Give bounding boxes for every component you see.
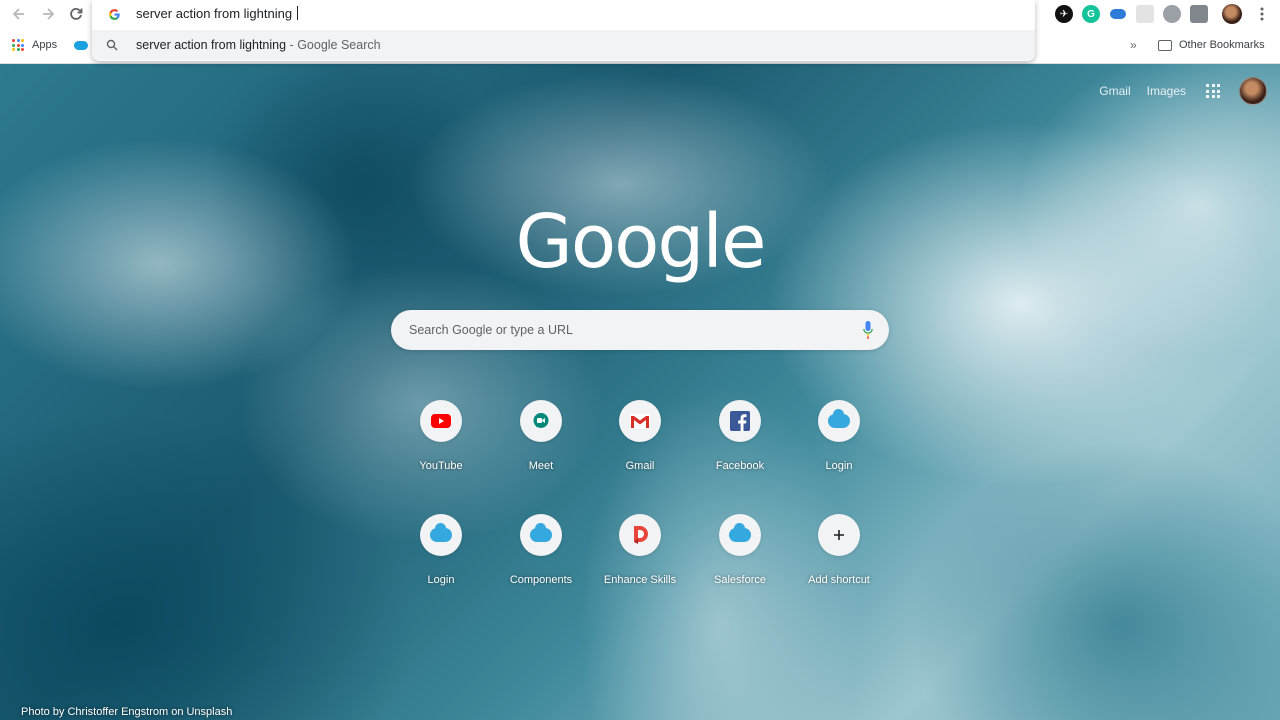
suggestion-source: Google Search	[297, 38, 381, 52]
more-vert-icon	[1260, 7, 1264, 21]
address-bar[interactable]: server action from lightning	[92, 0, 1035, 28]
shortcut-label: Gmail	[625, 460, 655, 472]
extension-circle-icon[interactable]	[1163, 5, 1181, 23]
youtube-icon	[431, 414, 451, 428]
bookmark-salesforce-cloud-icon[interactable]	[74, 41, 88, 50]
suggestion-query: server action from lightning	[136, 38, 287, 52]
forward-button[interactable]	[37, 4, 59, 24]
photo-credit[interactable]: Photo by Christoffer Engstrom on Unsplas…	[21, 706, 232, 718]
shortcut-enhance-skills[interactable]: Enhance Skills	[590, 508, 690, 618]
microphone-icon[interactable]	[863, 321, 873, 339]
salesforce-cloud-icon	[530, 523, 552, 542]
shortcut-label: Add shortcut	[808, 574, 870, 586]
facebook-icon	[730, 411, 750, 431]
plus-icon	[834, 530, 844, 540]
extension-page-icon[interactable]	[1136, 5, 1154, 23]
bookmarks-overflow-button[interactable]: »	[1130, 38, 1137, 52]
gmail-icon	[630, 413, 650, 429]
salesforce-cloud-icon	[430, 523, 452, 542]
salesforce-cloud-icon	[729, 523, 751, 542]
omnibox-dropdown: server action from lightning server acti…	[92, 0, 1035, 61]
back-button[interactable]	[8, 4, 30, 24]
search-icon	[106, 39, 118, 51]
shortcut-add[interactable]: Add shortcut	[789, 508, 889, 618]
bookmark-other-bookmarks[interactable]: Other Bookmarks	[1158, 39, 1265, 51]
shortcut-icon-circle	[719, 514, 761, 556]
images-link[interactable]: Images	[1147, 84, 1186, 98]
shortcut-icon-circle	[420, 400, 462, 442]
salesforce-extension-icon[interactable]	[1109, 5, 1127, 23]
search-input[interactable]	[409, 310, 849, 350]
account-avatar[interactable]	[1239, 77, 1267, 105]
google-logo: Google	[515, 199, 767, 285]
gmail-link[interactable]: Gmail	[1099, 84, 1130, 98]
arrow-left-icon	[12, 8, 24, 20]
shortcut-youtube[interactable]: YouTube	[391, 394, 491, 504]
shortcut-label: Login	[427, 574, 455, 586]
reload-icon	[70, 8, 83, 20]
other-bookmarks-label: Other Bookmarks	[1179, 39, 1265, 51]
new-tab-page: Gmail Images Google YouTube Meet	[0, 64, 1280, 720]
extensions-area: ✈ G	[1055, 5, 1208, 23]
bookmark-apps-label: Apps	[32, 39, 58, 51]
menu-button[interactable]	[1254, 4, 1270, 24]
shortcut-icon-circle	[520, 400, 562, 442]
grammarly-icon[interactable]: G	[1082, 5, 1100, 23]
shortcut-components[interactable]: Components	[491, 508, 591, 618]
ntp-top-links: Gmail Images	[1099, 84, 1186, 98]
profile-avatar[interactable]	[1222, 4, 1242, 24]
apps-grid-icon	[12, 39, 24, 51]
shortcut-label: Salesforce	[714, 574, 766, 586]
omnibox-input-text[interactable]: server action from lightning	[136, 6, 298, 21]
shortcut-icon-circle	[619, 514, 661, 556]
shortcut-login-2[interactable]: Login	[391, 508, 491, 618]
extension-square-icon[interactable]	[1190, 5, 1208, 23]
salesforce-cloud-icon	[828, 409, 850, 428]
shortcut-label: Meet	[528, 460, 554, 472]
omnibox-suggestion[interactable]: server action from lightning - Google Se…	[92, 30, 1035, 60]
shortcut-label: Components	[509, 574, 573, 586]
shortcut-label: Login	[825, 460, 853, 472]
omnibox-typed-text: server action from lightning	[136, 6, 296, 21]
suggestion-text: server action from lightning - Google Se…	[136, 38, 381, 52]
shortcut-salesforce[interactable]: Salesforce	[690, 508, 790, 618]
shortcut-meet[interactable]: Meet	[491, 394, 591, 504]
shortcut-label: Enhance Skills	[603, 574, 677, 586]
reload-button[interactable]	[65, 4, 87, 24]
bookmark-apps[interactable]: Apps	[12, 39, 57, 51]
shortcut-icon-circle	[619, 400, 661, 442]
google-g-icon	[106, 6, 122, 22]
text-caret	[296, 6, 298, 20]
ntp-searchbox[interactable]	[391, 310, 889, 350]
arrow-right-icon	[43, 8, 55, 20]
shortcut-icon-circle	[420, 514, 462, 556]
extension-dark-icon[interactable]: ✈	[1055, 5, 1073, 23]
shortcut-gmail[interactable]: Gmail	[590, 394, 690, 504]
shortcut-icon-circle	[719, 400, 761, 442]
shortcut-label: YouTube	[419, 460, 463, 472]
shortcut-icon-circle	[520, 514, 562, 556]
shortcut-icon-circle	[818, 400, 860, 442]
enhance-skills-icon	[634, 526, 648, 544]
shortcut-icon-circle	[818, 514, 860, 556]
google-apps-icon[interactable]	[1206, 84, 1220, 98]
meet-icon	[533, 413, 549, 428]
shortcut-label: Facebook	[715, 460, 765, 472]
shortcut-facebook[interactable]: Facebook	[690, 394, 790, 504]
folder-icon	[1158, 39, 1172, 51]
shortcut-login[interactable]: Login	[789, 394, 889, 504]
suggestion-separator: -	[286, 38, 298, 52]
